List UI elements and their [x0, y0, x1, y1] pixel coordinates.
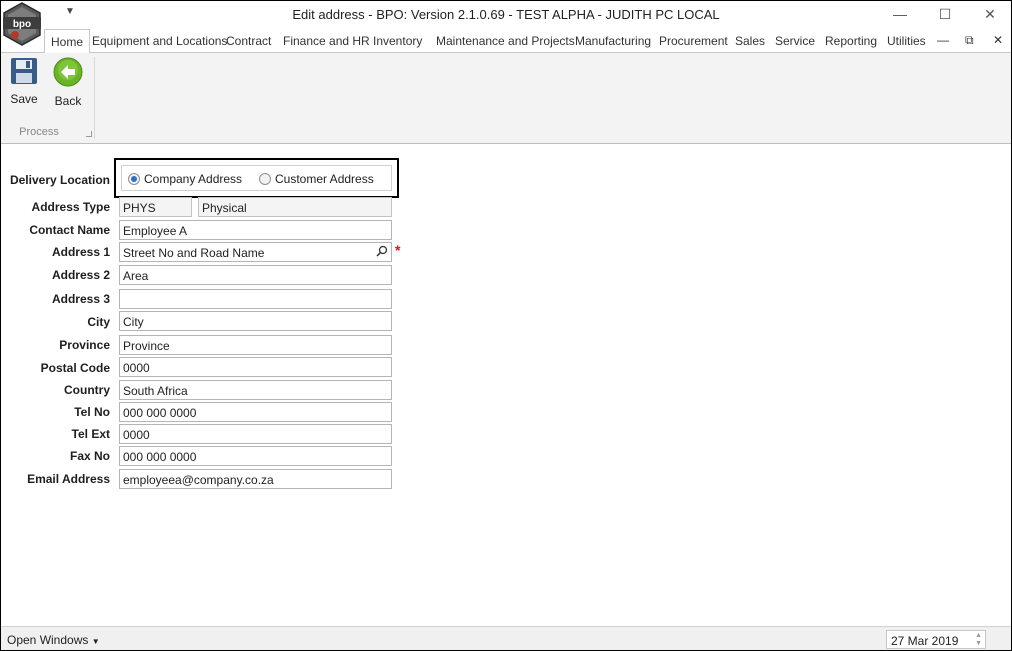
back-arrow-icon [53, 57, 83, 90]
status-bar: Open Windows ▼ 27 Mar 2019 ▲ ▼ [1, 626, 1011, 650]
mdi-close-button[interactable]: ✕ [993, 33, 1003, 47]
tab-reporting[interactable]: Reporting [825, 34, 877, 48]
mdi-minimize-button[interactable]: — [937, 33, 949, 47]
tel-ext-label: Tel Ext [71, 427, 110, 441]
floppy-disk-icon [10, 58, 38, 88]
radio-customer-address-label[interactable]: Customer Address [275, 172, 374, 186]
address1-label: Address 1 [51, 245, 110, 259]
save-button[interactable]: Save [4, 57, 44, 106]
address2-label: Address 2 [51, 268, 110, 282]
address-type-description-field: Physical [198, 197, 392, 217]
address-type-code-field[interactable]: PHYS [119, 197, 192, 217]
address3-label: Address 3 [51, 292, 110, 306]
delivery-location-highlight: Company Address Customer Address [114, 158, 399, 198]
postal-code-label: Postal Code [40, 361, 110, 375]
open-windows-button[interactable]: Open Windows ▼ [7, 633, 100, 647]
address-form: Delivery Location Company Address Custom… [1, 145, 1011, 625]
maximize-button[interactable]: ☐ [930, 5, 960, 23]
tab-utilities[interactable]: Utilities [887, 34, 926, 48]
postal-code-field[interactable]: 0000 [119, 357, 392, 377]
open-windows-label: Open Windows [7, 633, 89, 647]
tel-no-field[interactable]: 000 000 0000 [119, 402, 392, 422]
title-bar: bpo ▼ Edit address - BPO: Version 2.1.0.… [1, 1, 1011, 46]
contact-name-label: Contact Name [29, 223, 110, 237]
tab-procurement[interactable]: Procurement [659, 34, 728, 48]
tab-sales[interactable]: Sales [735, 34, 765, 48]
email-address-field[interactable]: employeea@company.co.za [119, 469, 392, 489]
city-field[interactable]: City [119, 311, 392, 331]
address1-field[interactable]: Street No and Road Name [119, 242, 392, 262]
tab-inventory[interactable]: Inventory [373, 34, 422, 48]
tab-home[interactable]: Home [44, 29, 91, 54]
province-field[interactable]: Province [119, 335, 392, 355]
date-field[interactable]: 27 Mar 2019 ▲ ▼ [886, 630, 986, 649]
address-type-label: Address Type [31, 200, 110, 214]
minimize-button[interactable]: — [885, 5, 915, 23]
mdi-restore-button[interactable]: ⧉ [965, 33, 974, 48]
fax-no-label: Fax No [69, 449, 110, 463]
tab-contract[interactable]: Contract [226, 34, 271, 48]
ribbon-group-label: Process [19, 126, 59, 138]
save-label: Save [10, 92, 38, 106]
group-options-icon[interactable] [86, 131, 92, 137]
tab-finance-and-hr[interactable]: Finance and HR [283, 34, 370, 48]
email-address-label: Email Address [27, 472, 110, 486]
tab-equipment-and-locations[interactable]: Equipment and Locations [92, 34, 227, 48]
back-label: Back [54, 94, 82, 108]
close-button[interactable]: ✕ [975, 5, 1005, 23]
required-indicator: * [395, 242, 401, 258]
contact-name-field[interactable]: Employee A [119, 220, 392, 240]
address1-value: Street No and Road Name [123, 246, 265, 260]
delivery-location-label: Delivery Location [9, 173, 110, 187]
ribbon-group-separator [94, 57, 95, 139]
radio-company-address[interactable] [128, 173, 140, 185]
chevron-down-icon: ▼ [91, 637, 100, 646]
country-field[interactable]: South Africa [119, 380, 392, 400]
date-value: 27 Mar 2019 [891, 634, 959, 648]
ribbon-panel: Save Back Process [1, 53, 1011, 144]
tab-maintenance-and-projects[interactable]: Maintenance and Projects [436, 34, 575, 48]
tel-ext-field[interactable]: 0000 [119, 424, 392, 444]
ribbon-tab-bar: Home Equipment and Locations Contract Fi… [1, 29, 1011, 54]
city-label: City [87, 315, 110, 329]
fax-no-field[interactable]: 000 000 0000 [119, 446, 392, 466]
address2-field[interactable]: Area [119, 265, 392, 285]
province-label: Province [59, 338, 110, 352]
tab-service[interactable]: Service [775, 34, 815, 48]
tab-manufacturing[interactable]: Manufacturing [575, 34, 651, 48]
address3-field[interactable] [119, 289, 392, 309]
app-window: bpo ▼ Edit address - BPO: Version 2.1.0.… [0, 0, 1012, 651]
window-title: Edit address - BPO: Version 2.1.0.69 - T… [292, 7, 720, 22]
radio-company-address-label[interactable]: Company Address [144, 172, 242, 186]
spin-arrows-icon[interactable]: ▲ ▼ [975, 632, 982, 648]
country-label: Country [64, 383, 110, 397]
delivery-location-radio-group: Company Address Customer Address [121, 165, 392, 191]
tel-no-label: Tel No [74, 405, 110, 419]
radio-customer-address[interactable] [259, 173, 271, 185]
back-button[interactable]: Back [48, 57, 88, 108]
search-icon[interactable] [376, 245, 388, 260]
